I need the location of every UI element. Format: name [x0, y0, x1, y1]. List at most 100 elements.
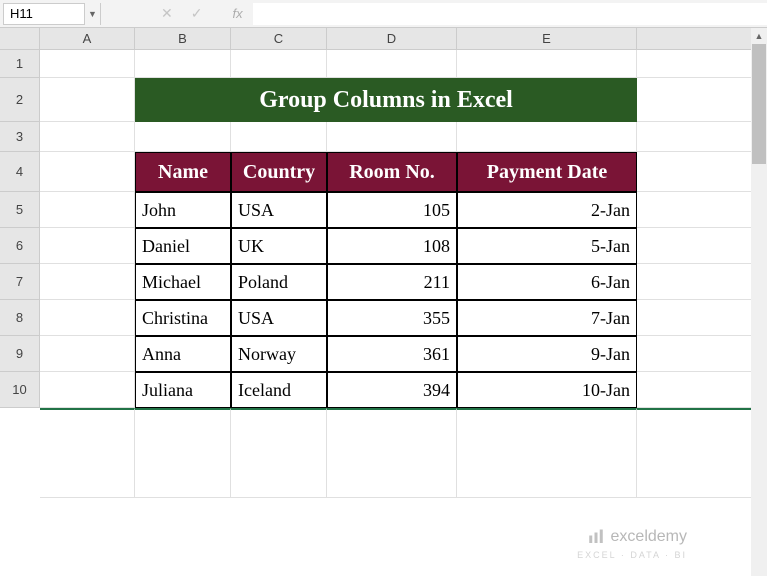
- cell-name[interactable]: Anna: [135, 336, 231, 372]
- cell[interactable]: [457, 408, 637, 498]
- cell-room[interactable]: 361: [327, 336, 457, 372]
- cell[interactable]: [327, 408, 457, 498]
- row-header-9[interactable]: 9: [0, 336, 40, 372]
- cell-payment[interactable]: 7-Jan: [457, 300, 637, 336]
- formula-input[interactable]: [253, 3, 767, 25]
- vertical-scrollbar[interactable]: ▲: [751, 28, 767, 576]
- cell[interactable]: [637, 192, 767, 228]
- scroll-thumb[interactable]: [752, 44, 766, 164]
- cell[interactable]: [135, 408, 231, 498]
- cell[interactable]: [637, 264, 767, 300]
- cell[interactable]: [40, 122, 135, 152]
- cells-area[interactable]: Group Columns in Excel Name Country Room…: [40, 50, 767, 498]
- cell[interactable]: [40, 228, 135, 264]
- row-header-1[interactable]: 1: [0, 50, 40, 78]
- cell[interactable]: [637, 78, 767, 122]
- cell[interactable]: [40, 192, 135, 228]
- col-header-C[interactable]: C: [231, 28, 327, 50]
- col-header-B[interactable]: B: [135, 28, 231, 50]
- cell-country[interactable]: USA: [231, 192, 327, 228]
- table-row: Anna Norway 361 9-Jan: [40, 336, 767, 372]
- cell-room[interactable]: 105: [327, 192, 457, 228]
- select-all-corner[interactable]: [0, 28, 40, 50]
- cell[interactable]: [637, 372, 767, 408]
- table-row: Juliana Iceland 394 10-Jan: [40, 372, 767, 408]
- cell-room[interactable]: 355: [327, 300, 457, 336]
- row-header-7[interactable]: 7: [0, 264, 40, 300]
- cell-country[interactable]: USA: [231, 300, 327, 336]
- cell-name[interactable]: Michael: [135, 264, 231, 300]
- table-row: Christina USA 355 7-Jan: [40, 300, 767, 336]
- cell[interactable]: [40, 300, 135, 336]
- confirm-icon: ✓: [191, 5, 203, 22]
- cell-country[interactable]: UK: [231, 228, 327, 264]
- cell[interactable]: [637, 300, 767, 336]
- header-payment[interactable]: Payment Date: [457, 152, 637, 192]
- cell-payment[interactable]: 10-Jan: [457, 372, 637, 408]
- cell-payment[interactable]: 6-Jan: [457, 264, 637, 300]
- cell[interactable]: [637, 122, 767, 152]
- cell[interactable]: [135, 50, 231, 78]
- row-header-10[interactable]: 10: [0, 372, 40, 408]
- cell[interactable]: [457, 122, 637, 152]
- row-header-8[interactable]: 8: [0, 300, 40, 336]
- cell[interactable]: [40, 372, 135, 408]
- name-box-dropdown[interactable]: ▼: [85, 3, 101, 25]
- cell[interactable]: [637, 152, 767, 192]
- row-header-6[interactable]: 6: [0, 228, 40, 264]
- name-box[interactable]: H11: [3, 3, 85, 25]
- cell-room[interactable]: 211: [327, 264, 457, 300]
- row-header-5[interactable]: 5: [0, 192, 40, 228]
- cell-country[interactable]: Iceland: [231, 372, 327, 408]
- cell-payment[interactable]: 5-Jan: [457, 228, 637, 264]
- row-header-4[interactable]: 4: [0, 152, 40, 192]
- cell[interactable]: [40, 408, 135, 498]
- watermark-brand: exceldemy: [611, 528, 687, 546]
- cell[interactable]: [327, 122, 457, 152]
- cell[interactable]: [637, 336, 767, 372]
- table-row: John USA 105 2-Jan: [40, 192, 767, 228]
- cell[interactable]: [637, 408, 767, 498]
- formula-bar-row: H11 ▼ ✕ ✓ fx: [0, 0, 767, 28]
- col-header-extra[interactable]: [637, 28, 767, 50]
- cell[interactable]: [40, 264, 135, 300]
- row-header-2[interactable]: 2: [0, 78, 40, 122]
- cell-payment[interactable]: 2-Jan: [457, 192, 637, 228]
- cell[interactable]: [327, 50, 457, 78]
- cell-name[interactable]: Christina: [135, 300, 231, 336]
- header-room[interactable]: Room No.: [327, 152, 457, 192]
- row-header-3[interactable]: 3: [0, 122, 40, 152]
- cell[interactable]: [231, 122, 327, 152]
- column-header-row: A B C D E: [0, 28, 767, 50]
- table-row: Michael Poland 211 6-Jan: [40, 264, 767, 300]
- cell-name[interactable]: Juliana: [135, 372, 231, 408]
- cell-country[interactable]: Norway: [231, 336, 327, 372]
- cell[interactable]: [637, 50, 767, 78]
- cell[interactable]: [40, 50, 135, 78]
- col-header-A[interactable]: A: [40, 28, 135, 50]
- cell[interactable]: [40, 152, 135, 192]
- cell[interactable]: [457, 50, 637, 78]
- cell-payment[interactable]: 9-Jan: [457, 336, 637, 372]
- scroll-up-icon[interactable]: ▲: [751, 28, 767, 44]
- cell[interactable]: [40, 336, 135, 372]
- grid-area: 1 2 3 4 5 6 7 8 9 10 Group Columns in Ex…: [0, 50, 767, 498]
- cell-name[interactable]: John: [135, 192, 231, 228]
- col-header-D[interactable]: D: [327, 28, 457, 50]
- cell-country[interactable]: Poland: [231, 264, 327, 300]
- cell-room[interactable]: 394: [327, 372, 457, 408]
- table-row: Daniel UK 108 5-Jan: [40, 228, 767, 264]
- cell[interactable]: [135, 122, 231, 152]
- watermark: exceldemy: [587, 528, 687, 546]
- cell-name[interactable]: Daniel: [135, 228, 231, 264]
- cell[interactable]: [40, 78, 135, 122]
- cell[interactable]: [231, 408, 327, 498]
- cell-room[interactable]: 108: [327, 228, 457, 264]
- header-country[interactable]: Country: [231, 152, 327, 192]
- title-cell[interactable]: Group Columns in Excel: [135, 78, 637, 122]
- col-header-E[interactable]: E: [457, 28, 637, 50]
- fx-icon[interactable]: fx: [220, 6, 242, 21]
- cell[interactable]: [231, 50, 327, 78]
- cell[interactable]: [637, 228, 767, 264]
- header-name[interactable]: Name: [135, 152, 231, 192]
